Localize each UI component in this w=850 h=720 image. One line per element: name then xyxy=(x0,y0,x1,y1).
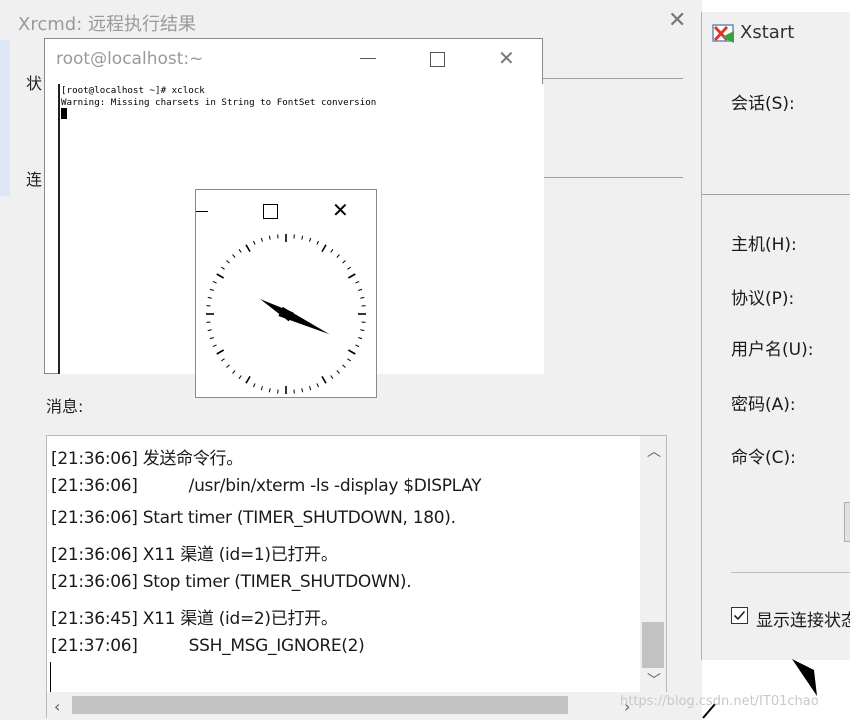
clock-tick xyxy=(360,296,365,299)
minute-hand xyxy=(260,299,294,322)
clock-tick xyxy=(316,383,319,388)
xrcmd-title: Xrcmd: 远程执行结果 xyxy=(18,14,196,35)
clock-tick xyxy=(360,329,365,332)
clock-tick xyxy=(260,237,263,242)
clock-tick xyxy=(226,260,230,264)
status-label: 状 xyxy=(26,74,43,93)
minimize-icon[interactable] xyxy=(360,58,376,59)
message-log[interactable]: [21:36:06] 发送命令行。 [21:36:06] /usr/bin/xt… xyxy=(46,435,667,718)
clock-tick xyxy=(347,349,356,355)
clock-tick xyxy=(358,337,363,340)
clock-tick xyxy=(330,248,334,253)
xstart-title: Xstart xyxy=(740,22,795,43)
vertical-scroll-thumb[interactable] xyxy=(642,622,664,668)
clock-tick xyxy=(336,370,340,374)
divider xyxy=(543,78,683,79)
clock-tick xyxy=(216,273,225,279)
clock-tick xyxy=(212,344,217,347)
maximize-icon[interactable] xyxy=(430,52,445,67)
command-label: 命令(C): xyxy=(731,448,796,468)
log-line: [21:36:06] Start timer (TIMER_SHUTDOWN, … xyxy=(51,508,456,528)
horizontal-scroll-thumb[interactable] xyxy=(72,696,568,714)
clock-tick xyxy=(336,254,340,258)
scroll-down-icon[interactable]: ﹀ xyxy=(647,670,661,690)
log-line: [21:36:06] Stop timer (TIMER_SHUTDOWN). xyxy=(51,572,412,592)
clock-tick xyxy=(321,375,327,384)
clock-tick xyxy=(358,288,363,291)
clock-tick xyxy=(209,337,214,340)
text-caret xyxy=(50,662,51,692)
browse-button[interactable] xyxy=(844,502,850,542)
xterm-title: root@localhost:~ xyxy=(56,49,204,69)
messages-label: 消息: xyxy=(46,397,84,416)
divider xyxy=(543,177,683,178)
log-line: [21:36:06] /usr/bin/xterm -ls -display $… xyxy=(51,476,482,496)
clock-tick xyxy=(347,358,352,362)
clock-tick xyxy=(207,329,212,332)
close-icon[interactable]: ✕ xyxy=(498,48,515,68)
close-icon[interactable]: ✕ xyxy=(668,10,686,32)
watermark: https://blog.csdn.net/IT01chao xyxy=(620,694,819,709)
clock-tick xyxy=(238,375,242,380)
scroll-left-icon[interactable]: ‹ xyxy=(54,697,60,716)
divider xyxy=(731,572,850,573)
clock-tick xyxy=(220,358,225,362)
clock-tick xyxy=(232,254,236,258)
clock-tick xyxy=(309,237,312,242)
log-line: [21:36:45] X11 渠道 (id=2)已打开。 xyxy=(51,609,338,629)
terminal-line: [root@localhost ~]# xclock xyxy=(61,85,205,96)
clock-tick xyxy=(355,281,360,284)
window-edge xyxy=(0,40,10,196)
clock-tick xyxy=(355,344,360,347)
show-status-checkbox[interactable] xyxy=(731,607,748,624)
checkmark-icon xyxy=(733,610,746,621)
clock-tick xyxy=(220,266,225,270)
xstart-logo-icon xyxy=(712,24,734,43)
clock-tick xyxy=(207,296,212,299)
show-status-label: 显示连接状态 xyxy=(756,611,850,631)
connect-label: 连 xyxy=(26,170,43,189)
terminal-line: Warning: Missing charsets in String to F… xyxy=(61,97,377,108)
clock-tick xyxy=(309,386,312,391)
log-line: [21:36:06] 发送命令行。 xyxy=(51,449,243,469)
close-icon[interactable]: ✕ xyxy=(332,200,349,220)
clock-tick xyxy=(232,370,236,374)
username-label: 用户名(U): xyxy=(731,340,814,360)
clock-tick xyxy=(226,364,230,368)
clock-tick xyxy=(253,240,256,245)
divider xyxy=(702,194,850,195)
clock-tick xyxy=(268,388,271,393)
log-line: [21:36:06] X11 渠道 (id=1)已打开。 xyxy=(51,545,338,565)
clock-tick xyxy=(238,248,242,253)
clock-tick xyxy=(301,388,304,393)
protocol-label: 协议(P): xyxy=(731,289,795,309)
host-label: 主机(H): xyxy=(731,235,797,255)
clock-tick xyxy=(321,244,327,253)
clock-tick xyxy=(342,364,346,368)
clock-tick xyxy=(301,235,304,240)
clock-tick xyxy=(268,235,271,240)
terminal-cursor xyxy=(61,108,67,119)
clock-tick xyxy=(245,375,251,384)
clock-tick xyxy=(330,375,334,380)
session-label: 会话(S): xyxy=(731,94,795,114)
clock-face xyxy=(206,234,366,394)
maximize-icon[interactable] xyxy=(263,204,278,219)
clock-tick xyxy=(347,266,352,270)
clock-tick xyxy=(260,386,263,391)
minimize-icon[interactable] xyxy=(196,211,208,212)
clock-tick xyxy=(212,281,217,284)
clock-tick xyxy=(347,273,356,279)
clock-tick xyxy=(316,240,319,245)
scroll-up-icon[interactable]: ︿ xyxy=(647,441,661,461)
clock-tick xyxy=(209,288,214,291)
password-label: 密码(A): xyxy=(731,395,796,415)
clock-tick xyxy=(245,244,251,253)
clock-tick xyxy=(216,349,225,355)
clock-tick xyxy=(342,260,346,264)
log-line: [21:37:06] SSH_MSG_IGNORE(2) xyxy=(51,636,365,656)
clock-tick xyxy=(253,383,256,388)
